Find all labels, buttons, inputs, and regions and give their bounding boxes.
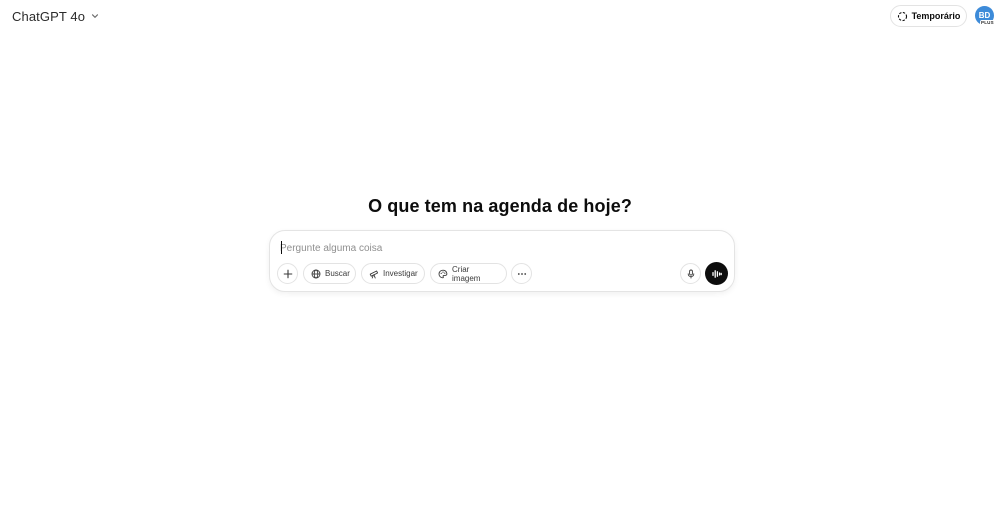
- palette-icon: [438, 269, 448, 279]
- plan-badge: PLUS: [980, 20, 995, 26]
- more-tools-button[interactable]: [511, 263, 532, 284]
- page-title: O que tem na agenda de hoje?: [368, 196, 632, 216]
- temporary-chat-button[interactable]: Temporário: [890, 5, 967, 27]
- text-caret: [281, 241, 282, 254]
- create-image-button[interactable]: Criar imagem: [430, 263, 507, 284]
- prompt-input[interactable]: [280, 240, 720, 256]
- dashed-circle-icon: [897, 11, 908, 22]
- research-label: Investigar: [383, 269, 418, 278]
- chevron-down-icon: [90, 11, 100, 21]
- attach-button[interactable]: [277, 263, 298, 284]
- create-image-label: Criar imagem: [452, 264, 481, 283]
- dictate-button[interactable]: [680, 263, 701, 284]
- chat-app: ChatGPT 4o Temporário BD PLUS O que tem …: [0, 0, 1000, 525]
- globe-icon: [311, 269, 321, 279]
- voice-mode-icon: [711, 268, 723, 280]
- telescope-icon: [369, 269, 379, 279]
- microphone-icon: [686, 269, 696, 279]
- search-button[interactable]: Buscar: [303, 263, 356, 284]
- temporary-chat-label: Temporário: [911, 11, 961, 21]
- top-bar: ChatGPT 4o Temporário BD PLUS: [0, 0, 1000, 32]
- voice-mode-button[interactable]: [705, 262, 728, 285]
- plus-icon: [283, 269, 293, 279]
- avatar-initials: BD: [978, 11, 991, 20]
- search-label: Buscar: [325, 269, 350, 278]
- ellipsis-icon: [517, 269, 527, 279]
- model-switcher[interactable]: ChatGPT 4o: [6, 5, 106, 27]
- research-button[interactable]: Investigar: [361, 263, 425, 284]
- model-name: ChatGPT 4o: [12, 8, 86, 24]
